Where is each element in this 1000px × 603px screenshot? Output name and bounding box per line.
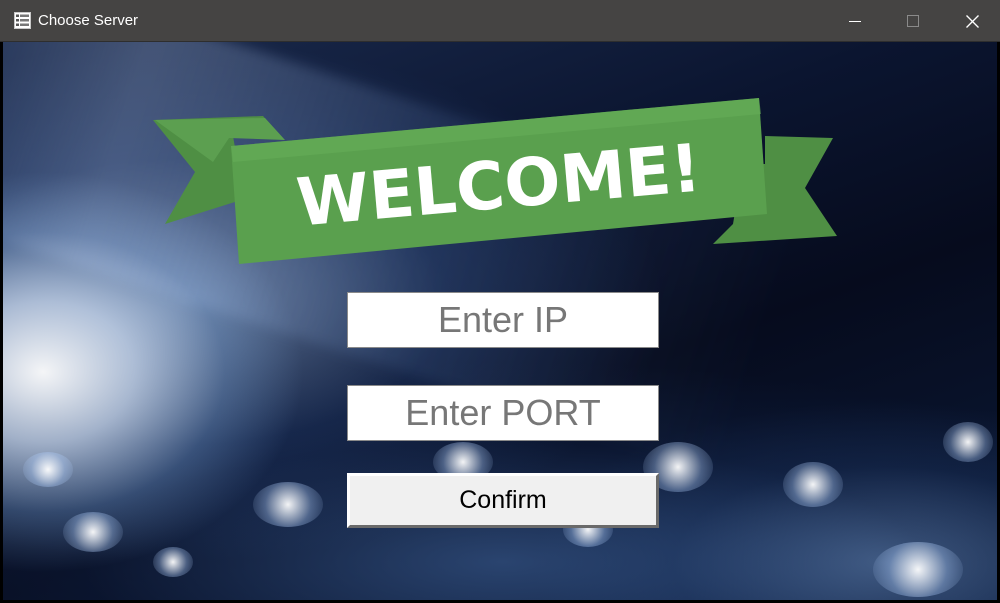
title-bar[interactable]: Choose Server [0, 0, 1000, 42]
ice-sparkle [783, 462, 843, 507]
ip-input[interactable] [347, 292, 659, 348]
ice-sparkle [943, 422, 993, 462]
minimize-icon [849, 21, 861, 22]
background-image: WELCOME! Confirm [3, 42, 997, 600]
ice-sparkle [23, 452, 73, 487]
maximize-button[interactable] [890, 0, 936, 42]
ice-sparkle [253, 482, 323, 527]
ice-sparkle [63, 512, 123, 552]
server-list-icon [14, 12, 31, 29]
close-icon [965, 14, 979, 28]
maximize-icon [907, 15, 919, 27]
app-window: Choose Server WELCOME! Enter IP Enter PO… [0, 0, 1000, 603]
confirm-button[interactable]: Confirm [347, 473, 659, 528]
port-input[interactable] [347, 385, 659, 441]
minimize-button[interactable] [832, 0, 878, 42]
ice-sparkle [873, 542, 963, 597]
ice-sparkle [153, 547, 193, 577]
close-button[interactable] [949, 0, 995, 42]
window-title: Choose Server [38, 12, 139, 29]
welcome-banner: WELCOME! [153, 98, 837, 264]
